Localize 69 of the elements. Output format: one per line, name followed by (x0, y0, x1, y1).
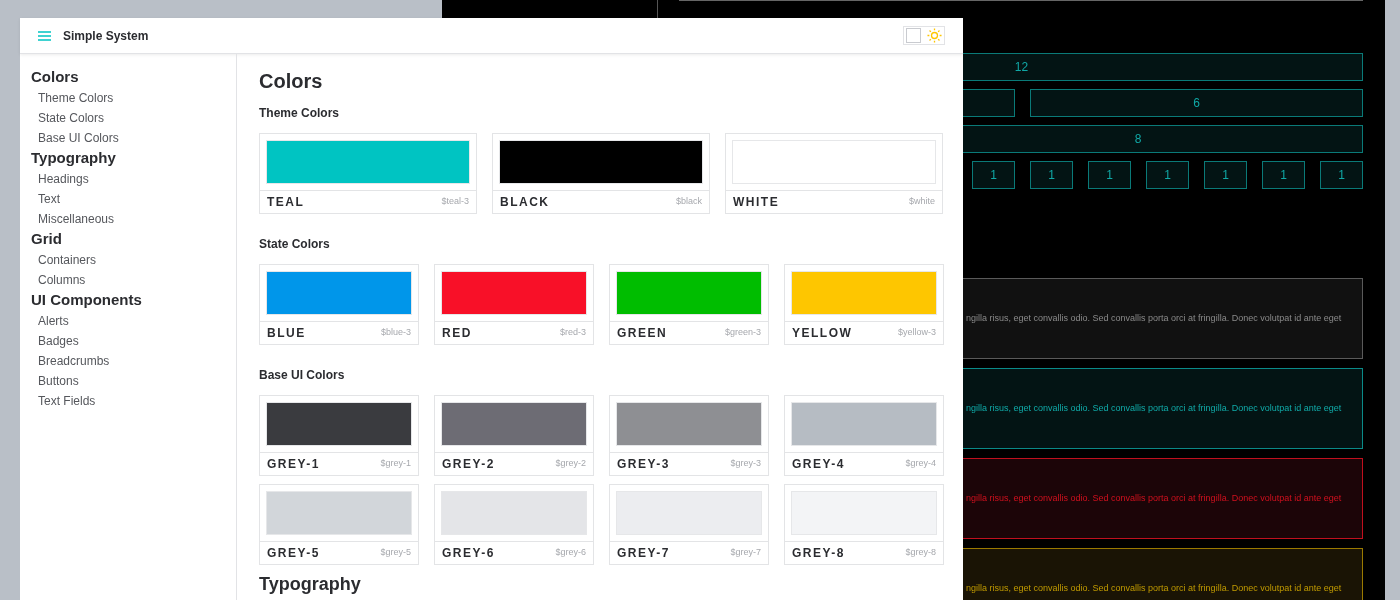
section-title: Theme Colors (259, 105, 340, 121)
color-variable: $black (676, 195, 702, 209)
color-name: BLUE (267, 325, 306, 342)
sidebar-heading[interactable]: Grid (31, 229, 236, 250)
color-variable: $white (909, 195, 935, 209)
color-variable: $grey-4 (905, 457, 936, 471)
sidebar-item[interactable]: State Colors (31, 108, 236, 128)
grid-column: 1 (1262, 161, 1305, 189)
grid-column: 1 (1030, 161, 1073, 189)
sidebar-item[interactable]: Miscellaneous (31, 209, 236, 229)
sun-icon (927, 28, 942, 43)
sidebar-heading[interactable]: Typography (31, 148, 236, 169)
color-variable: $grey-1 (380, 457, 411, 471)
color-name: RED (442, 325, 472, 342)
color-name: GREY-2 (442, 456, 495, 473)
color-name: GREY-5 (267, 545, 320, 562)
sidebar-item[interactable]: Containers (31, 250, 236, 270)
color-name: BLACK (500, 194, 550, 211)
grid-column: 1 (1204, 161, 1247, 189)
alert-text: ngilla risus, eget convallis odio. Sed convallis porta orci at fringilla. Donec volutpat id ante eget (966, 491, 1342, 505)
color-variable: $red-3 (560, 326, 586, 340)
color-variable: $grey-2 (555, 457, 586, 471)
alert-text: ngilla risus, eget convallis odio. Sed convallis porta orci at fringilla. Donec volutpat id ante eget (966, 401, 1342, 415)
sidebar-item[interactable]: Columns (31, 270, 236, 290)
theme-toggle[interactable] (903, 26, 945, 45)
sidebar-item[interactable]: Buttons (31, 371, 236, 391)
sidebar-heading[interactable]: UI Components (31, 290, 236, 311)
color-name: GREEN (617, 325, 668, 342)
grid-column: 1 (1088, 161, 1131, 189)
color-name: GREY-7 (617, 545, 670, 562)
color-name: WHITE (733, 194, 780, 211)
color-name: GREY-8 (792, 545, 845, 562)
color-name: GREY-6 (442, 545, 495, 562)
sidebar-item[interactable]: Alerts (31, 311, 236, 331)
section-heading: Typography (259, 574, 362, 594)
color-name: TEAL (267, 194, 305, 211)
color-variable: $green-3 (724, 326, 761, 340)
sidebar-item[interactable]: Badges (31, 331, 236, 351)
color-variable: $grey-3 (730, 457, 761, 471)
color-name: GREY-3 (617, 456, 670, 473)
color-variable: $grey-5 (380, 546, 411, 560)
color-variable: $blue-3 (380, 326, 411, 340)
page-title: Colors (259, 69, 324, 94)
sidebar-item[interactable]: Breadcrumbs (31, 351, 236, 371)
color-variable: $grey-7 (730, 546, 761, 560)
grid-column: 1 (1146, 161, 1189, 189)
grid-column: 6 (1030, 89, 1363, 117)
sidebar-item[interactable]: Base UI Colors (31, 128, 236, 148)
color-variable: $yellow-3 (897, 326, 936, 340)
square-icon (906, 28, 921, 43)
grid-column: 1 (1320, 161, 1363, 189)
app-title: Simple System (63, 27, 149, 45)
color-variable: $grey-8 (905, 546, 936, 560)
alert-text: ngilla risus, eget convallis odio. Sed convallis porta orci at fringilla. Donec volutpat id ante eget (966, 581, 1342, 595)
section-title: Base UI Colors (259, 367, 346, 383)
color-name: GREY-4 (792, 456, 845, 473)
color-name: GREY-1 (267, 456, 320, 473)
menu-icon[interactable] (38, 30, 51, 41)
grid-column: 1 (972, 161, 1015, 189)
alert-text: ngilla risus, eget convallis odio. Sed convallis porta orci at fringilla. Donec volutpat id ante eget (966, 311, 1342, 325)
color-variable: $grey-6 (555, 546, 586, 560)
sidebar-item[interactable]: Headings (31, 169, 236, 189)
section-title: State Colors (259, 236, 331, 252)
sidebar-item[interactable]: Text Fields (31, 391, 236, 411)
sidebar-item[interactable]: Text (31, 189, 236, 209)
color-variable: $teal-3 (441, 195, 469, 209)
sidebar-heading[interactable]: Colors (31, 67, 236, 88)
color-name: YELLOW (792, 325, 853, 342)
sidebar-item[interactable]: Theme Colors (31, 88, 236, 108)
